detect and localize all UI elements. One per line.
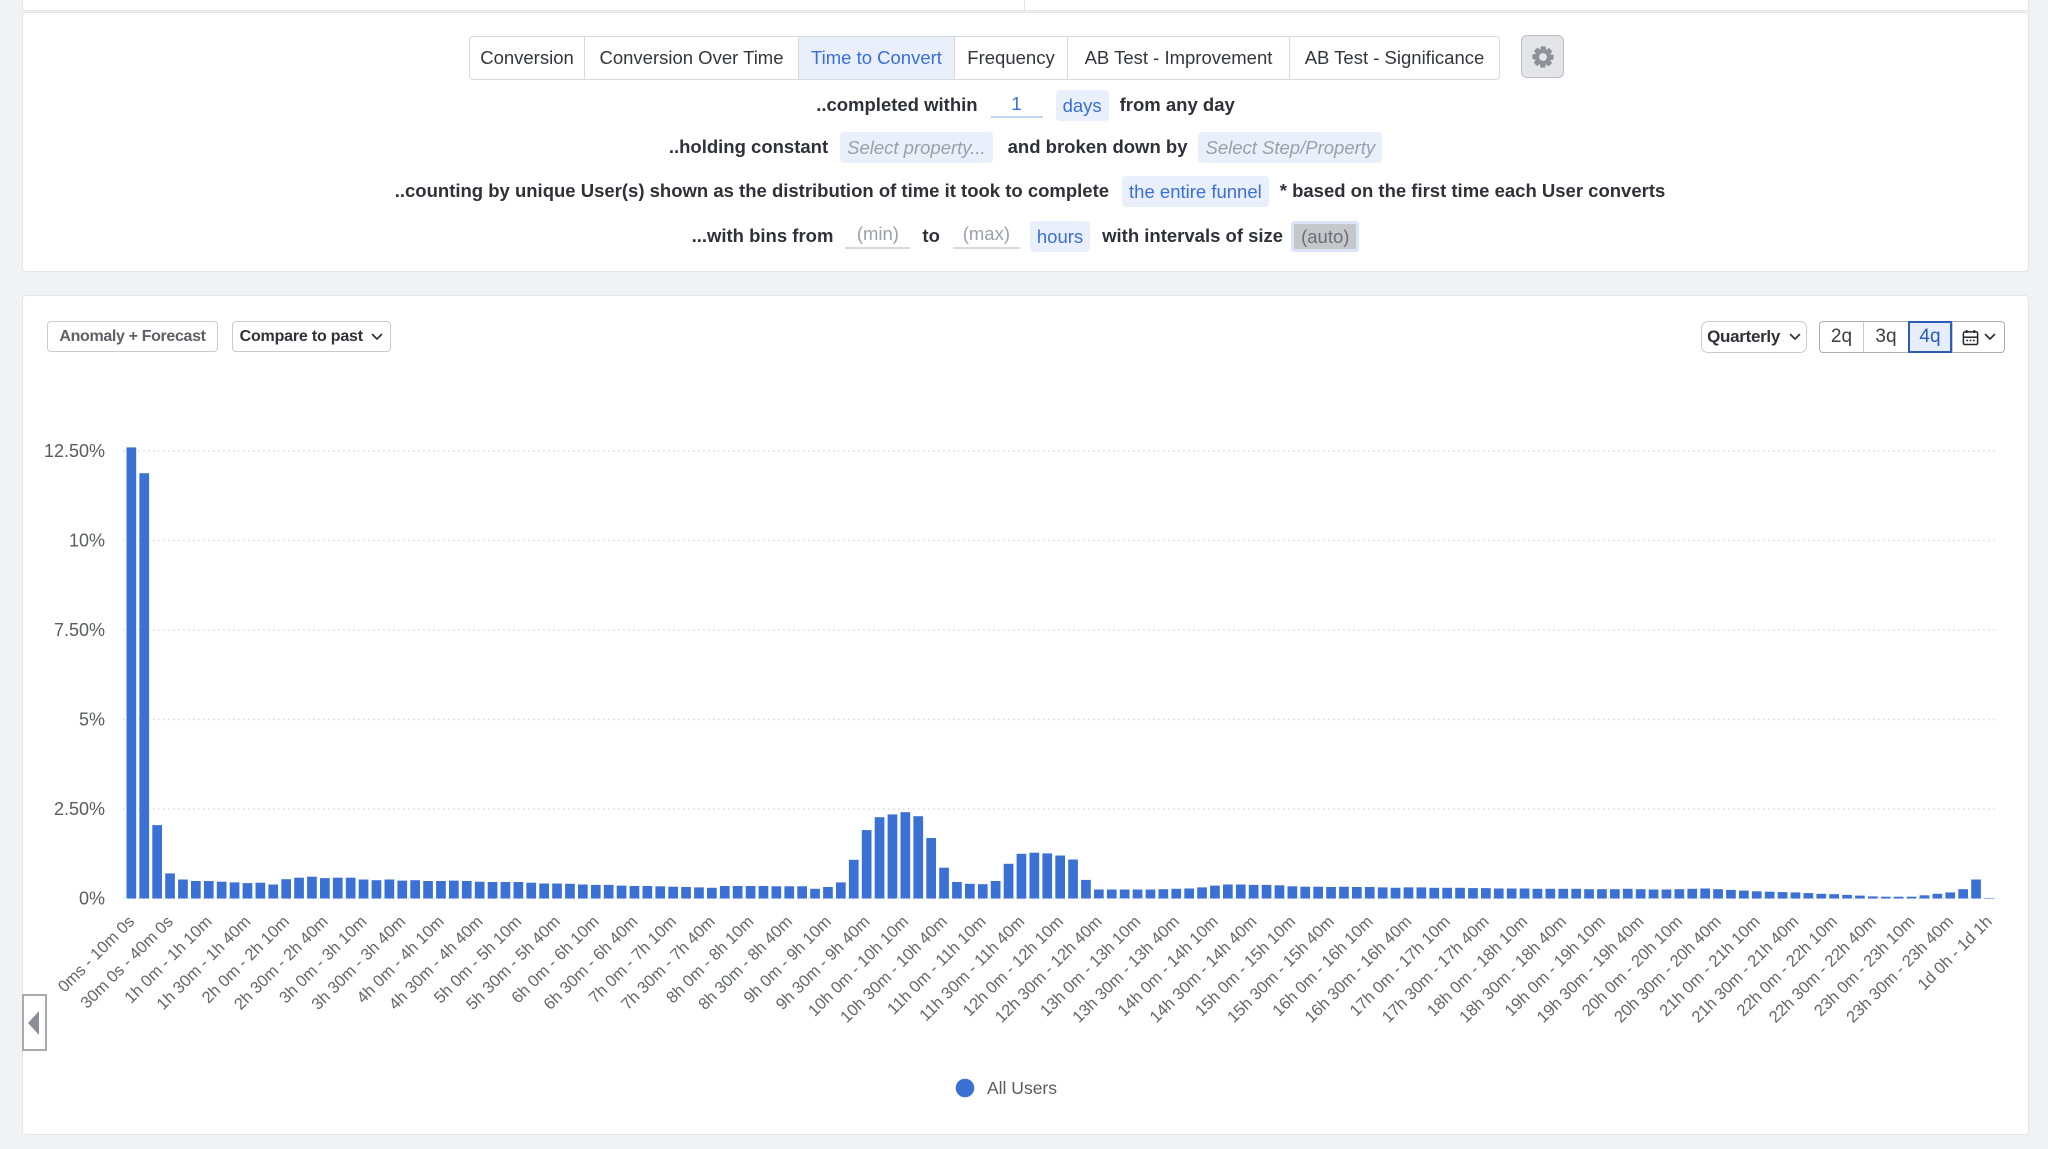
svg-text:5%: 5% [79, 710, 105, 730]
svg-text:7.50%: 7.50% [54, 620, 105, 640]
svg-text:All Users: All Users [987, 1078, 1057, 1098]
svg-text:2.50%: 2.50% [54, 799, 105, 819]
svg-text:0%: 0% [79, 889, 105, 909]
svg-text:12.50%: 12.50% [44, 441, 105, 461]
svg-text:10%: 10% [69, 531, 105, 551]
